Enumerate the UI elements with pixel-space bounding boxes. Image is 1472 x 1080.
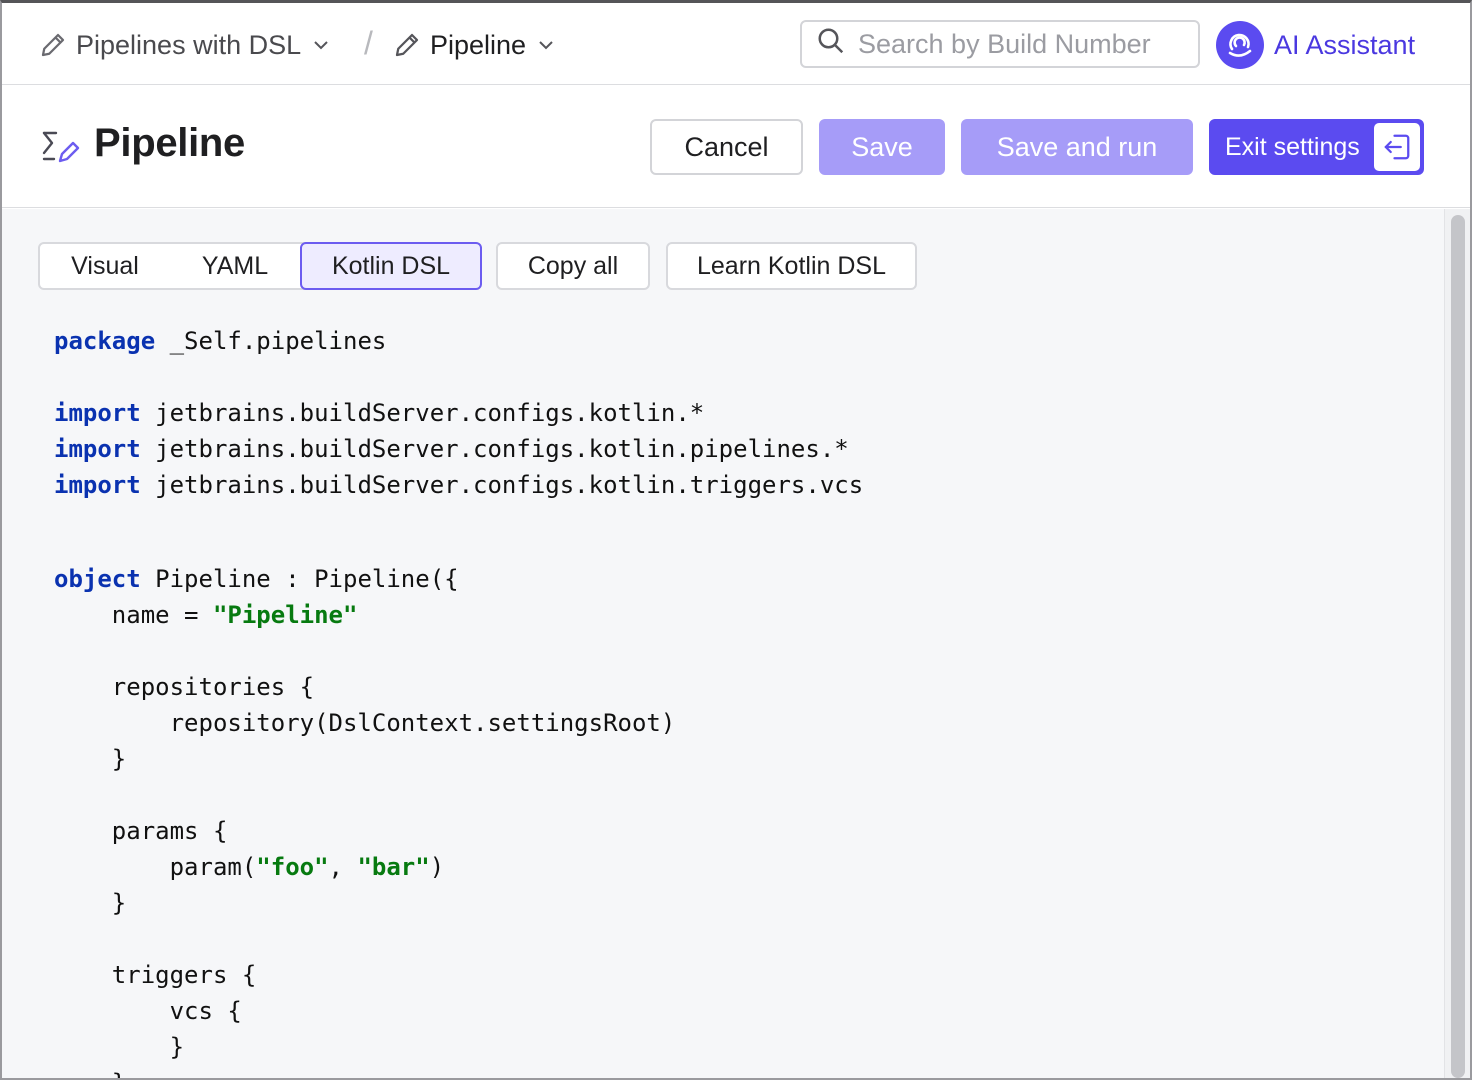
code-text: _Self.pipelines (155, 327, 387, 355)
code-text: vcs { (169, 997, 242, 1025)
breadcrumb-project[interactable]: Pipelines with DSL (38, 25, 331, 65)
code-text: ) (429, 853, 445, 881)
learn-kotlin-dsl-button[interactable]: Learn Kotlin DSL (666, 242, 917, 290)
tab-yaml[interactable]: YAML (170, 244, 300, 288)
code-line: object Pipeline : Pipeline({ (54, 561, 459, 597)
code-text: jetbrains.buildServer.configs.kotlin.tri… (140, 471, 864, 499)
breadcrumb-separator: / (364, 25, 373, 61)
app-window: Pipelines with DSL / Pipeline Search by … (0, 0, 1472, 1080)
code-text: , (328, 853, 358, 881)
code-line: param("foo", "bar") (54, 849, 445, 885)
code-text: name = (111, 601, 213, 629)
code-line: } (54, 741, 126, 777)
code-text: } (111, 745, 127, 773)
pipeline-edit-icon (40, 127, 80, 172)
chevron-down-icon (536, 35, 556, 55)
scrollbar-thumb[interactable] (1451, 215, 1465, 1078)
code-line: repository(DslContext.settingsRoot) (54, 705, 676, 741)
search-placeholder: Search by Build Number (858, 28, 1151, 59)
ai-assistant-button[interactable]: AI Assistant (1216, 20, 1415, 70)
cancel-button[interactable]: Cancel (650, 119, 803, 175)
code-line: } (54, 1065, 126, 1078)
code-line: import jetbrains.buildServer.configs.kot… (54, 431, 849, 467)
breadcrumb-project-label: Pipelines with DSL (76, 29, 302, 60)
code-line: import jetbrains.buildServer.configs.kot… (54, 395, 704, 431)
code-keyword: package (54, 327, 156, 355)
code-line: } (54, 885, 126, 921)
breadcrumb-pipeline-label: Pipeline (430, 29, 527, 60)
scrollbar[interactable] (1444, 209, 1470, 1078)
code-string: "foo" (256, 853, 329, 881)
search-input[interactable]: Search by Build Number (800, 20, 1200, 68)
save-and-run-button[interactable]: Save and run (961, 119, 1193, 175)
code-text: } (112, 1069, 126, 1078)
code-text: param( (169, 853, 257, 881)
code-line: name = "Pipeline" (54, 597, 358, 633)
pencil-icon (392, 30, 422, 60)
exit-settings-label: Exit settings (1225, 132, 1360, 161)
copy-all-button[interactable]: Copy all (496, 242, 650, 290)
top-bar: Pipelines with DSL / Pipeline Search by … (2, 3, 1470, 85)
code-line: triggers { (54, 957, 257, 993)
code-text: triggers { (111, 961, 257, 989)
code-text: jetbrains.buildServer.configs.kotlin.* (140, 399, 705, 427)
code-line: package _Self.pipelines (54, 323, 386, 359)
code-line: repositories { (54, 669, 314, 705)
code-text: } (169, 1033, 185, 1061)
breadcrumb-pipeline[interactable]: Pipeline (392, 25, 556, 65)
page-title: Pipeline (94, 121, 245, 165)
save-button[interactable]: Save (819, 119, 945, 175)
view-mode-tabs: Visual YAML Kotlin DSL (38, 242, 482, 290)
code-text: Pipeline : Pipeline({ (140, 565, 459, 593)
editor-area: Visual YAML Kotlin DSL Copy all Learn Ko… (2, 209, 1470, 1078)
chevron-down-icon (311, 35, 331, 55)
code-string: "Pipeline" (212, 601, 358, 629)
code-text: repository(DslContext.settingsRoot) (169, 709, 676, 737)
code-line: } (54, 1029, 184, 1065)
code-text: repositories { (111, 673, 315, 701)
code-string: "bar" (357, 853, 430, 881)
pencil-icon (38, 30, 68, 60)
code-keyword: object (54, 565, 141, 593)
code-line: import jetbrains.buildServer.configs.kot… (54, 467, 863, 503)
code-keyword: import (54, 435, 141, 463)
ai-assistant-icon (1216, 21, 1264, 69)
ai-assistant-label: AI Assistant (1274, 29, 1416, 60)
tab-kotlin-dsl[interactable]: Kotlin DSL (300, 242, 482, 290)
page-header: Pipeline Cancel Save Save and run Exit s… (2, 85, 1470, 208)
code-text: params { (111, 817, 228, 845)
code-line: vcs { (54, 993, 242, 1029)
search-icon (816, 26, 858, 63)
code-text: jetbrains.buildServer.configs.kotlin.pip… (140, 435, 849, 463)
tab-visual[interactable]: Visual (40, 244, 170, 288)
code-keyword: import (54, 399, 141, 427)
exit-icon (1374, 123, 1420, 171)
code-keyword: import (54, 471, 141, 499)
code-text: } (111, 889, 127, 917)
code-line: params { (54, 813, 228, 849)
exit-settings-button[interactable]: Exit settings (1209, 119, 1424, 175)
